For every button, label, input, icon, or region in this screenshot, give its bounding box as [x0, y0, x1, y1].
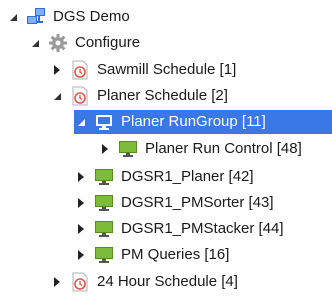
tree-node-label: DGS Demo [53, 8, 130, 25]
tree-node-label: Planer RunGroup [11] [121, 113, 266, 130]
tree-node-pm-queries[interactable]: PM Queries [16] [76, 242, 231, 268]
monitor-icon [94, 112, 114, 132]
schedule-clock-icon [70, 272, 90, 292]
tree-node-label: Configure [75, 34, 141, 51]
schedule-clock-icon [70, 86, 90, 106]
tree-view: DGS Demo Configure Sawmill Schedule [1] … [0, 0, 332, 298]
tree-node-label: Sawmill Schedule [1] [97, 61, 237, 78]
tree-node-dgs-demo[interactable]: DGS Demo [8, 4, 132, 30]
tree-node-sawmill-schedule[interactable]: Sawmill Schedule [1] [52, 57, 238, 83]
tree-node-label: DGSR1_Planer [42] [121, 168, 254, 185]
collapsed-arrow-icon[interactable] [76, 250, 86, 260]
tree-node-dgsr1-planer[interactable]: DGSR1_Planer [42] [76, 164, 256, 190]
tree-node-label: DGSR1_PMStacker [44] [121, 220, 284, 237]
collapsed-arrow-icon[interactable] [76, 198, 86, 208]
monitor-icon [118, 139, 138, 159]
schedule-clock-icon [70, 60, 90, 80]
monitor-icon [94, 219, 114, 239]
tree-node-planer-rungroup[interactable]: Planer RunGroup [11] [76, 109, 268, 135]
monitor-icon [94, 193, 114, 213]
expanded-arrow-icon[interactable] [52, 91, 62, 101]
collapsed-arrow-icon[interactable] [76, 224, 86, 234]
collapsed-arrow-icon[interactable] [52, 65, 62, 75]
tree-node-dgsr1-pmsorter[interactable]: DGSR1_PMSorter [43] [76, 190, 276, 216]
collapsed-arrow-icon[interactable] [100, 144, 110, 154]
collapsed-arrow-icon[interactable] [76, 172, 86, 182]
expanded-arrow-icon[interactable] [30, 38, 40, 48]
expanded-arrow-icon[interactable] [8, 12, 18, 22]
monitor-icon [94, 245, 114, 265]
tree-node-planer-run-control[interactable]: Planer Run Control [48] [100, 136, 304, 162]
tree-node-24-hour-schedule[interactable]: 24 Hour Schedule [4] [52, 269, 240, 295]
tree-node-label: PM Queries [16] [121, 246, 230, 263]
tree-node-planer-schedule[interactable]: Planer Schedule [2] [52, 83, 230, 109]
gear-icon [48, 33, 68, 53]
tree-node-label: DGSR1_PMSorter [43] [121, 194, 274, 211]
tree-node-label: Planer Run Control [48] [145, 140, 302, 157]
tree-node-label: Planer Schedule [2] [97, 87, 228, 104]
expanded-arrow-icon[interactable] [76, 117, 86, 127]
tree-node-label: 24 Hour Schedule [4] [97, 273, 238, 290]
collapsed-arrow-icon[interactable] [52, 277, 62, 287]
monitor-icon [94, 167, 114, 187]
tree-node-configure[interactable]: Configure [30, 30, 142, 56]
tree-node-dgsr1-pmstacker[interactable]: DGSR1_PMStacker [44] [76, 216, 286, 242]
network-computers-icon [26, 7, 46, 27]
